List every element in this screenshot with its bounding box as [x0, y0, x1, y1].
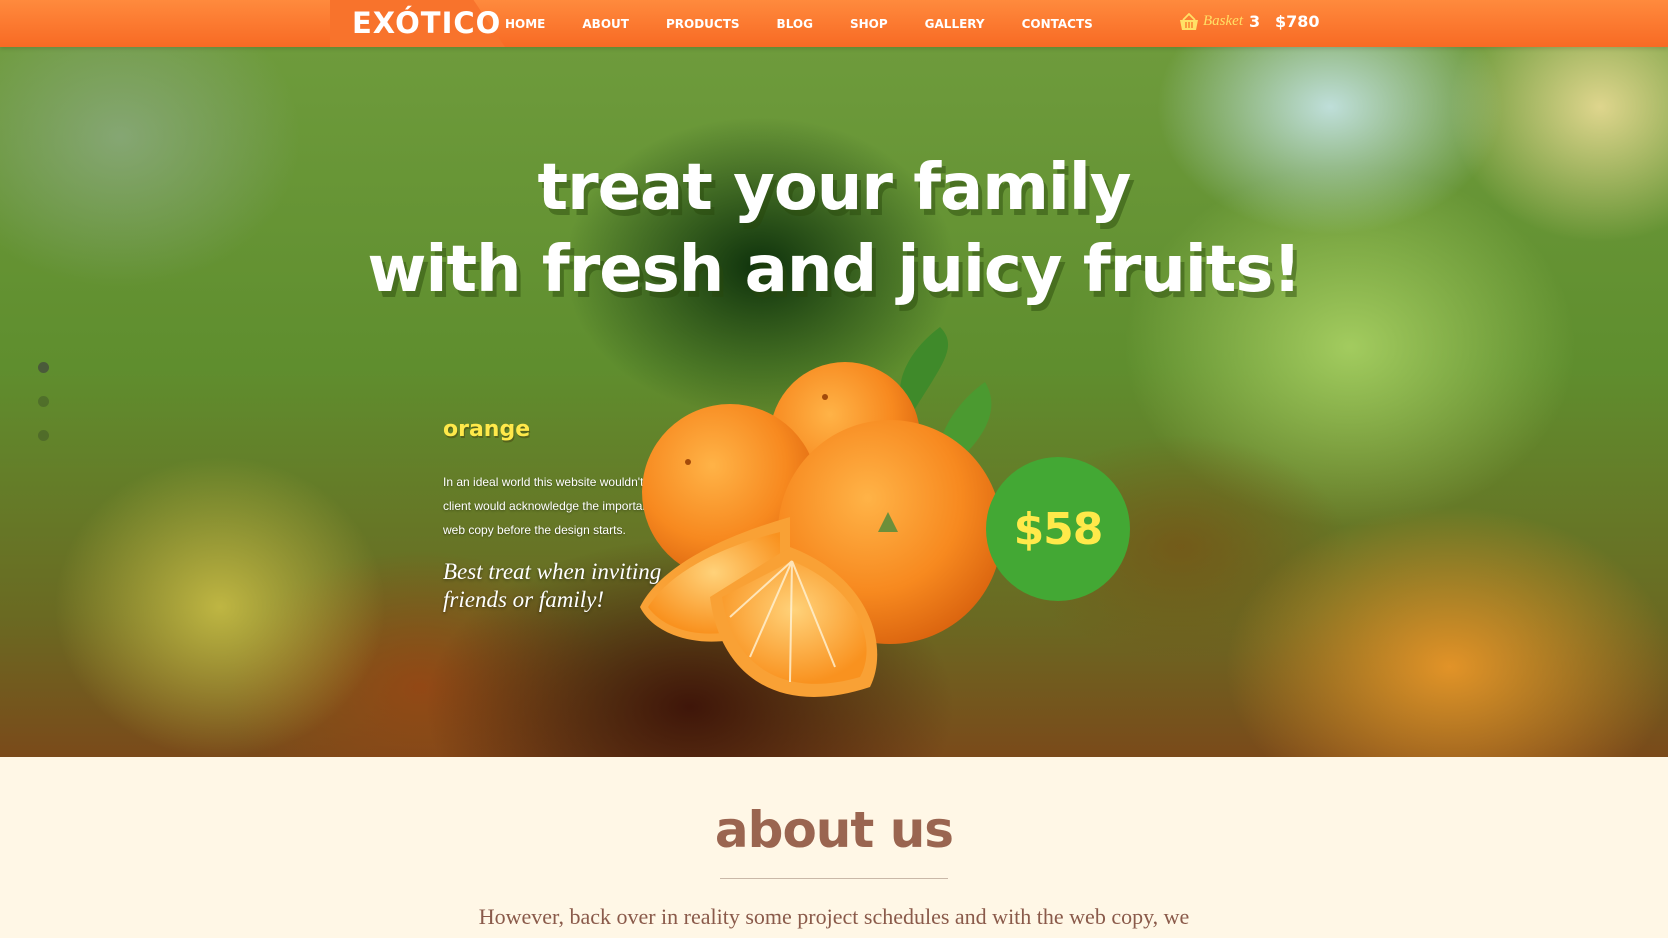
top-navigation-bar: EXÓTICO HOME ABOUT PRODUCTS BLOG SHOP GA…	[0, 0, 1668, 47]
price-badge: $58	[986, 457, 1130, 601]
nav-about-link[interactable]: ABOUT	[582, 17, 629, 31]
hero-title: treat your family with fresh and juicy f…	[0, 147, 1668, 311]
hero-section: treat your family with fresh and juicy f…	[0, 47, 1668, 757]
slider-pagination	[38, 362, 49, 464]
nav-gallery-link[interactable]: GALLERY	[925, 17, 985, 31]
basket-total: $780	[1275, 12, 1320, 31]
nav-products-link[interactable]: PRODUCTS	[666, 17, 740, 31]
slider-dot-3[interactable]	[38, 430, 49, 441]
hero-title-line2: with fresh and juicy fruits!	[367, 233, 1301, 307]
nav-shop-link[interactable]: SHOP	[850, 17, 888, 31]
slider-dot-1[interactable]	[38, 362, 49, 373]
main-nav: HOME ABOUT PRODUCTS BLOG SHOP GALLERY CO…	[505, 0, 1130, 47]
about-section: about us However, back over in reality s…	[0, 757, 1668, 938]
nav-blog-link[interactable]: BLOG	[777, 17, 813, 31]
basket-label: Basket	[1203, 13, 1243, 29]
about-title: about us	[714, 801, 954, 859]
basket-button[interactable]: Basket 3	[1179, 12, 1260, 31]
hero-title-line1: treat your family	[537, 151, 1131, 225]
slider-dot-2[interactable]	[38, 396, 49, 407]
basket-count: 3	[1248, 12, 1261, 31]
about-text: However, back over in reality some proje…	[478, 904, 1190, 929]
basket-icon	[1180, 12, 1198, 30]
site-logo[interactable]: EXÓTICO	[352, 6, 501, 40]
nav-home-link[interactable]: HOME	[505, 17, 545, 31]
product-price: $58	[1013, 503, 1104, 555]
about-divider	[720, 878, 948, 879]
nav-contacts-link[interactable]: CONTACTS	[1022, 17, 1093, 31]
product-name: orange	[443, 417, 531, 442]
